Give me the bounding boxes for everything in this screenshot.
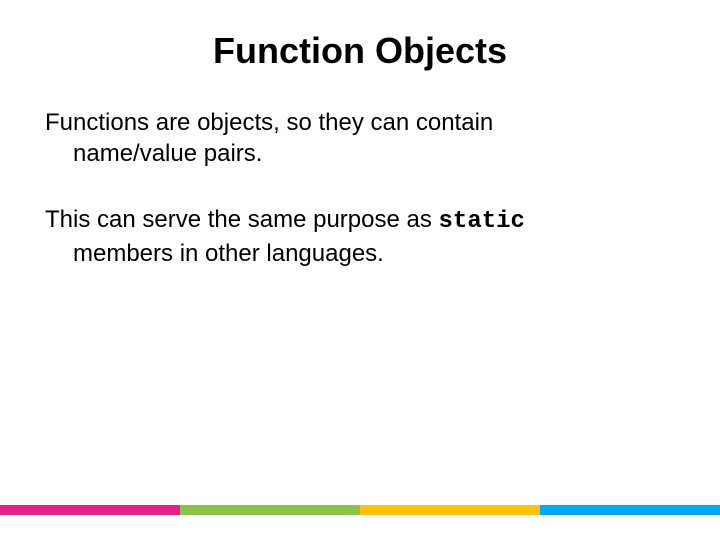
slide: Function Objects Functions are objects, … <box>0 0 720 540</box>
slide-title: Function Objects <box>40 30 680 72</box>
stripe-yellow <box>360 505 540 515</box>
paragraph-2-prefix: This can serve the same purpose as <box>45 206 439 233</box>
paragraph-1-line-1: Functions are objects, so they can conta… <box>45 109 493 136</box>
paragraph-1: Functions are objects, so they can conta… <box>40 107 680 169</box>
paragraph-2: This can serve the same purpose as stati… <box>40 204 680 268</box>
stripe-blue <box>540 505 720 515</box>
stripe-green <box>180 505 360 515</box>
footer-stripe <box>0 505 720 515</box>
code-keyword: static <box>439 208 525 235</box>
paragraph-1-line-2: name/value pairs. <box>45 138 680 169</box>
paragraph-2-line-2: members in other languages. <box>45 238 680 269</box>
stripe-pink <box>0 505 180 515</box>
